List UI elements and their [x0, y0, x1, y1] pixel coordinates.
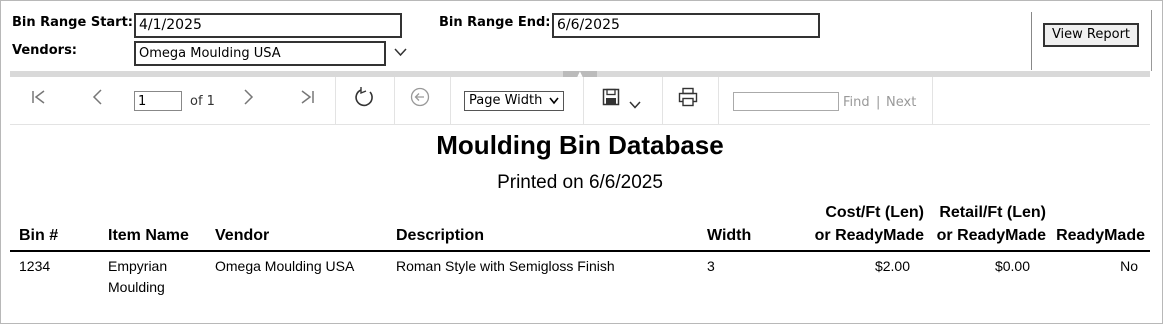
- find-input[interactable]: [733, 92, 839, 111]
- column-header-retail-line1: Retail/Ft (Len): [939, 204, 1046, 221]
- zoom-select[interactable]: Page Width: [464, 91, 564, 111]
- vendors-select[interactable]: Omega Moulding USA: [134, 41, 386, 66]
- cell-bin: 1234: [19, 258, 51, 274]
- cell-readymade: No: [1120, 258, 1138, 274]
- column-header-item-name: Item Name: [108, 227, 189, 244]
- bin-range-start-label: Bin Range Start:: [12, 15, 134, 30]
- cell-width: 3: [707, 258, 715, 274]
- next-page-icon[interactable]: [239, 88, 257, 111]
- zoom-value: Page Width: [469, 93, 543, 108]
- view-report-area: View Report: [1031, 12, 1152, 70]
- zoom-chevron-down-icon: [549, 97, 559, 105]
- back-to-parent-icon[interactable]: [410, 87, 430, 112]
- toolbar-divider: [583, 77, 584, 124]
- bin-range-end-label: Bin Range End:: [439, 15, 551, 30]
- column-header-readymade: ReadyMade: [1056, 227, 1145, 244]
- column-header-description: Description: [396, 227, 485, 244]
- previous-page-icon[interactable]: [89, 88, 107, 111]
- toolbar-divider: [662, 77, 663, 124]
- last-page-icon[interactable]: [298, 88, 316, 111]
- page-number-input[interactable]: [134, 91, 182, 111]
- find-next-link[interactable]: Next: [886, 95, 916, 110]
- refresh-icon[interactable]: [353, 86, 375, 113]
- column-header-bin: Bin #: [19, 227, 59, 244]
- cell-description: Roman Style with Semigloss Finish: [396, 258, 615, 274]
- column-header-vendor: Vendor: [215, 227, 270, 244]
- vendors-chevron-down-icon[interactable]: [394, 46, 407, 61]
- print-icon[interactable]: [678, 87, 698, 112]
- export-chevron-down-icon[interactable]: [629, 93, 641, 114]
- first-page-icon[interactable]: [30, 88, 48, 111]
- report-title: Moulding Bin Database: [436, 130, 724, 160]
- column-header-cost-line2: or ReadyMade: [814, 227, 924, 244]
- report-toolbar: of 1 Page Width Find | Next: [10, 77, 1150, 125]
- vendors-label: Vendors:: [12, 43, 78, 58]
- toolbar-divider: [394, 77, 395, 124]
- save-export-icon[interactable]: [602, 88, 620, 111]
- toolbar-divider: [718, 77, 719, 124]
- cell-vendor: Omega Moulding USA: [215, 258, 355, 274]
- cell-item-name-line2: Moulding: [108, 279, 165, 295]
- toolbar-divider: [450, 77, 451, 124]
- toolbar-divider: [932, 77, 933, 124]
- column-header-retail-line2: or ReadyMade: [936, 227, 1046, 244]
- column-header-cost-line1: Cost/Ft (Len): [825, 204, 924, 221]
- cell-cost: $2.00: [874, 258, 910, 274]
- find-link[interactable]: Find: [843, 95, 870, 110]
- cell-retail: $0.00: [994, 258, 1030, 274]
- bin-range-end-input[interactable]: 6/6/2025: [552, 13, 820, 38]
- column-header-width: Width: [707, 227, 752, 244]
- cell-item-name-line1: Empyrian: [108, 258, 168, 274]
- bin-range-start-input[interactable]: 4/1/2025: [134, 13, 402, 38]
- find-separator: |: [876, 95, 881, 110]
- report-subtitle: Printed on 6/6/2025: [497, 172, 663, 193]
- header-divider: [10, 250, 1150, 252]
- toolbar-divider: [335, 77, 336, 124]
- view-report-button[interactable]: View Report: [1043, 23, 1139, 47]
- page-count-text: of 1: [190, 94, 215, 109]
